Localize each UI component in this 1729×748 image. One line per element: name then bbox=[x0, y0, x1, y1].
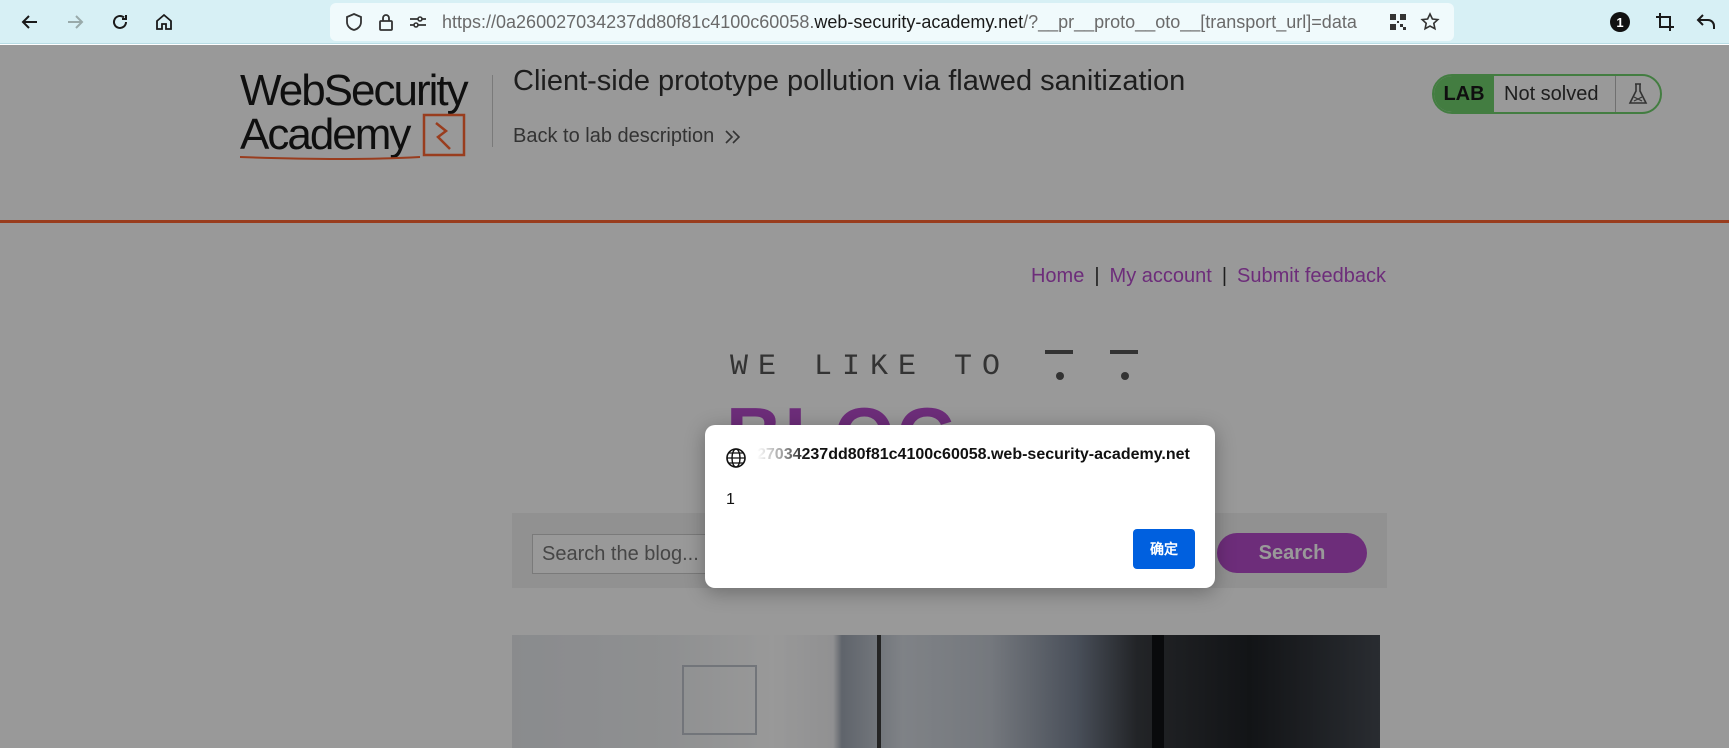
dialog-origin: 27034237dd80f81c4100c60058.web-security-… bbox=[757, 446, 1190, 463]
qr-code-icon[interactable] bbox=[1386, 10, 1410, 34]
extension-badge-icon[interactable]: 1 bbox=[1606, 8, 1634, 36]
back-icon[interactable] bbox=[16, 8, 44, 36]
screenshot-icon[interactable] bbox=[1651, 8, 1679, 36]
alert-dialog: 27034237dd80f81c4100c60058.web-security-… bbox=[705, 425, 1215, 588]
browser-toolbar: https://0a260027034237dd80f81c4100c60058… bbox=[0, 0, 1729, 44]
ok-button[interactable]: 确定 bbox=[1133, 529, 1195, 569]
star-icon[interactable] bbox=[1418, 10, 1442, 34]
url-prefix: https://0a260027034237dd80f81c4100c60058… bbox=[442, 12, 815, 32]
url-bar[interactable]: https://0a260027034237dd80f81c4100c60058… bbox=[330, 3, 1454, 41]
origin-fade bbox=[757, 443, 807, 471]
url-path: /?__pr__proto__oto__[transport_url]=data bbox=[1023, 12, 1357, 32]
lock-icon[interactable] bbox=[374, 10, 398, 34]
home-icon[interactable] bbox=[150, 8, 178, 36]
notification-count: 1 bbox=[1610, 12, 1630, 32]
modal-overlay bbox=[0, 45, 1729, 748]
forward-icon[interactable] bbox=[61, 8, 89, 36]
permissions-icon[interactable] bbox=[406, 10, 430, 34]
shield-icon[interactable] bbox=[342, 10, 366, 34]
dialog-message: 1 bbox=[726, 491, 735, 508]
globe-icon bbox=[726, 448, 746, 468]
reload-icon[interactable] bbox=[106, 8, 134, 36]
url-host: web-security-academy.net bbox=[814, 12, 1024, 32]
url-text[interactable]: https://0a260027034237dd80f81c4100c60058… bbox=[442, 12, 1372, 33]
undo-icon[interactable] bbox=[1692, 8, 1720, 36]
